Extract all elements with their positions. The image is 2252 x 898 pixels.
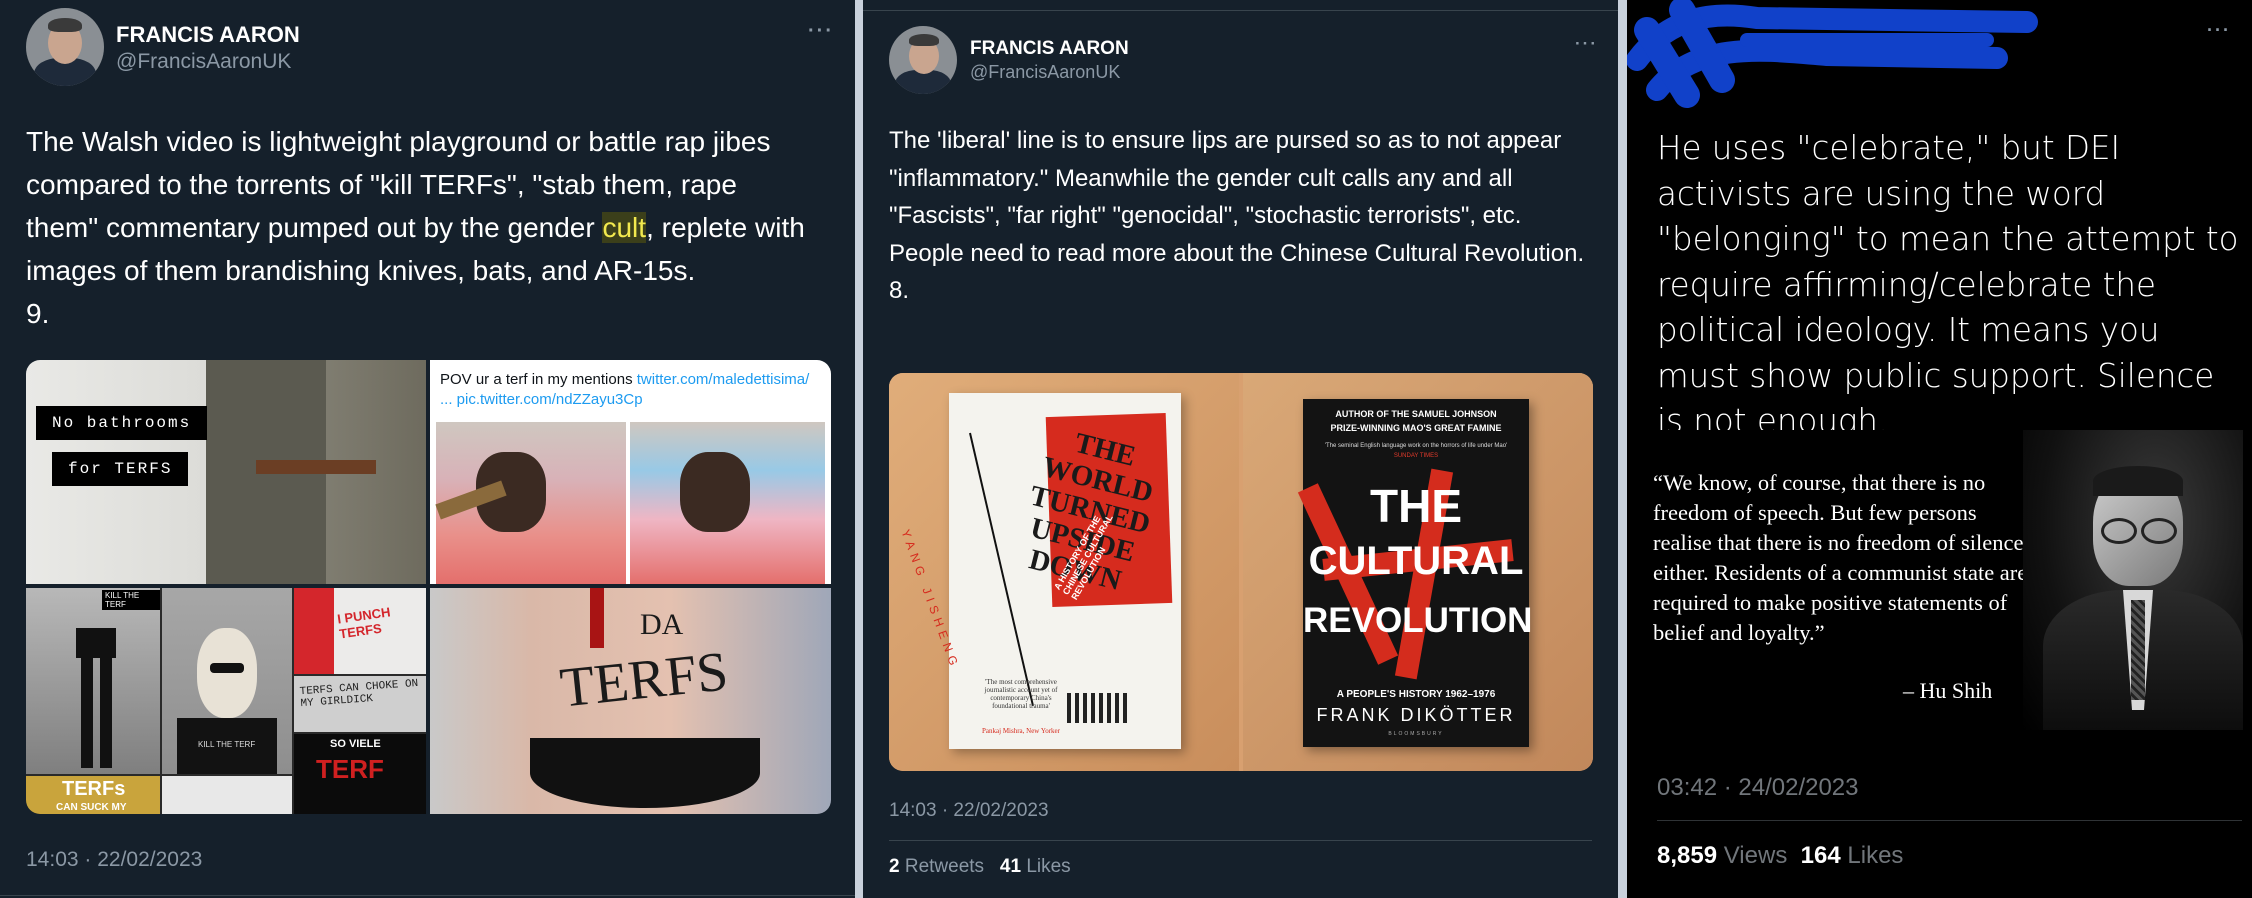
can-suck: CAN SUCK MY	[56, 802, 127, 813]
sign-line-1: No bathrooms	[36, 406, 208, 440]
grid-photo-soviele: SO VIELE TERF	[294, 734, 426, 814]
sign-line-2: for TERFS	[52, 452, 189, 486]
more-icon[interactable]: ···	[1575, 34, 1598, 54]
tweet-panel-2: FRANCIS AARON @FrancisAaronUK ··· The 'l…	[863, 0, 1618, 898]
divider	[889, 840, 1592, 841]
tag-kill-2: KILL THE TERF	[198, 740, 256, 749]
book-1-blurb: 'The most comprehensive journalistic acc…	[984, 678, 1058, 710]
media-photo-book-1[interactable]: THE WORLD TURNED UPSIDE DOWN A HISTORY O…	[889, 373, 1239, 771]
embed-link-2[interactable]: ... pic.twitter.com/ndZZayu3Cp	[440, 391, 643, 408]
author-name[interactable]: FRANCIS AARON	[116, 22, 300, 48]
book-2-top-3: 'The seminal English language work on th…	[1324, 443, 1508, 449]
author-name[interactable]: FRANCIS AARON	[970, 38, 1129, 60]
media-photo-grid[interactable]: KILL THE TERF KILL THE TERF I PUNCH TERF…	[26, 588, 426, 814]
book-2-title-3: REVOLUTION	[1303, 601, 1533, 640]
book-2-series: A PEOPLE'S HISTORY 1962–1976	[1336, 689, 1496, 700]
likes-count[interactable]: 41	[1000, 856, 1021, 877]
book-2-top-4: SUNDAY TIMES	[1393, 453, 1439, 459]
engagement-stats: 2 Retweets 41 Likes	[889, 856, 1071, 878]
more-icon[interactable]: ···	[2207, 20, 2231, 41]
author-handle[interactable]: @FrancisAaronUK	[970, 62, 1120, 83]
embed-photo-2	[630, 422, 825, 584]
highlighted-word: cult	[602, 212, 647, 243]
book-2-author: FRANK DIKÖTTER	[1316, 705, 1516, 725]
media-photo-body[interactable]: DA TERFS	[430, 588, 831, 814]
likes-count[interactable]: 164	[1801, 842, 1841, 869]
portrait-photo	[2023, 430, 2243, 730]
likes-label[interactable]: Likes	[1847, 842, 1903, 869]
divider	[0, 895, 855, 896]
tweet-panel-1: FRANCIS AARON @FrancisAaronUK ··· The Wa…	[0, 0, 855, 898]
media-photo-sign[interactable]: No bathrooms for TERFS	[26, 360, 426, 584]
body-da-text: DA	[640, 608, 684, 641]
book-1-author: YANG JISHENG	[898, 527, 963, 672]
book-2-top-2: PRIZE-WINNING MAO'S GREAT FAMINE	[1330, 423, 1502, 433]
media-photo-book-2[interactable]: AUTHOR OF THE SAMUEL JOHNSON PRIZE-WINNI…	[1243, 373, 1593, 771]
tweet-media[interactable]: “We know, of course, that there is no fr…	[1643, 430, 2243, 730]
retweets-label[interactable]: Retweets	[905, 856, 984, 877]
embed-link-1[interactable]: twitter.com/maledettisima/	[637, 371, 810, 388]
grid-photo-terfs: TERFs CAN SUCK MY	[26, 776, 160, 814]
grid-photo-punch: I PUNCH TERFS	[294, 588, 426, 674]
grid-photo-blonde: KILL THE TERF	[162, 588, 292, 774]
terf-red: TERF	[316, 754, 384, 784]
embed-text: POV ur a terf in my mentions twitter.com…	[440, 371, 810, 408]
views-label[interactable]: Views	[1724, 842, 1788, 869]
choke-text: TERFS CAN CHOKE ON MY GIRLDICK	[299, 677, 419, 711]
book-2-publisher: BLOOMSBURY	[1388, 731, 1444, 737]
engagement-stats: 8,859 Views 164 Likes	[1657, 842, 1903, 870]
tweet-media[interactable]: THE WORLD TURNED UPSIDE DOWN A HISTORY O…	[889, 373, 1593, 771]
quote-text: “We know, of course, that there is no fr…	[1653, 470, 2030, 645]
book-2-top-1: AUTHOR OF THE SAMUEL JOHNSON	[1335, 409, 1497, 419]
book-1-blurb-source: Pankaj Mishra, New Yorker	[982, 727, 1060, 735]
divider	[1657, 820, 2242, 821]
tweet-timestamp[interactable]: 14:03 · 22/02/2023	[26, 848, 202, 872]
tweet-text: He uses "celebrate," but DEI activists a…	[1657, 129, 2239, 440]
book-cover-1: THE WORLD TURNED UPSIDE DOWN A HISTORY O…	[898, 393, 1181, 749]
tweet-text: The Walsh video is lightweight playgroun…	[26, 126, 805, 329]
grid-photo-choke: TERFS CAN CHOKE ON MY GIRLDICK	[294, 676, 426, 732]
book-2-title-2: CULTURAL	[1308, 539, 1524, 583]
terfs-can: TERFs	[62, 778, 126, 800]
punch-text: I PUNCH TERFS	[336, 604, 392, 642]
retweets-count[interactable]: 2	[889, 856, 900, 877]
embed-photo-1	[435, 422, 626, 584]
more-icon[interactable]: ···	[808, 20, 834, 43]
views-count[interactable]: 8,859	[1657, 842, 1717, 869]
author-handle[interactable]: @FrancisAaronUK	[116, 50, 291, 74]
grid-photo-sign-2	[162, 776, 292, 814]
avatar[interactable]	[26, 8, 104, 86]
tweet-timestamp[interactable]: 03:42 · 24/02/2023	[1657, 774, 1859, 802]
tweet-media[interactable]: No bathrooms for TERFS POV ur a terf in …	[26, 360, 831, 814]
avatar[interactable]	[889, 26, 957, 94]
so-viele: SO VIELE	[330, 738, 381, 750]
quote-author: – Hu Shih	[1903, 678, 1993, 703]
tweet-text: The 'liberal' line is to ensure lips are…	[889, 127, 1585, 304]
redaction-scribble	[1627, 0, 2038, 108]
likes-label[interactable]: Likes	[1026, 856, 1070, 877]
book-cover-2: AUTHOR OF THE SAMUEL JOHNSON PRIZE-WINNI…	[1297, 399, 1533, 747]
grid-photo-legs: KILL THE TERF	[26, 588, 160, 774]
media-embedded-tweet[interactable]: POV ur a terf in my mentions twitter.com…	[430, 360, 831, 584]
book-2-title-1: THE	[1370, 480, 1462, 532]
divider-top	[863, 10, 1618, 11]
body-text: TERFS	[557, 640, 731, 720]
tweet-timestamp[interactable]: 14:03 · 22/02/2023	[889, 800, 1049, 822]
tag-kill: KILL THE TERF	[102, 590, 160, 610]
tweet-panel-3: ··· He uses "celebrate," but DEI activis…	[1627, 0, 2252, 898]
